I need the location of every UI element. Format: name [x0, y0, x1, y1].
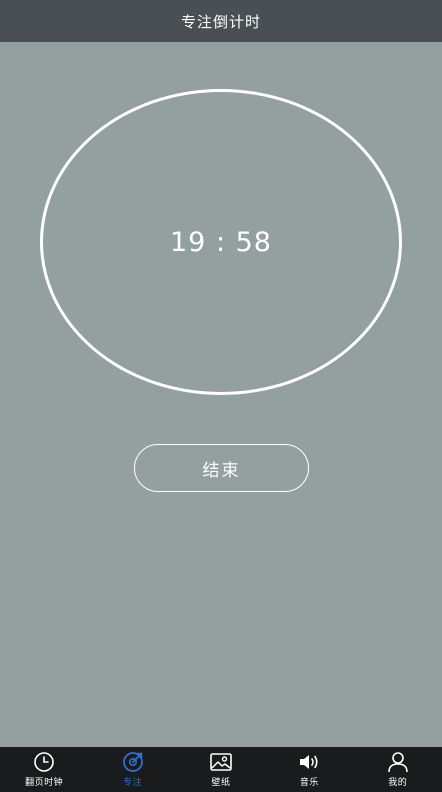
tab-label: 翻页时钟 — [25, 778, 64, 788]
tab-label: 专注 — [123, 778, 143, 788]
app-header: 专注倒计时 — [0, 0, 442, 42]
focus-timer-screen: 19 : 58 结束 — [0, 42, 442, 747]
tab-music[interactable]: 音乐 — [265, 747, 353, 792]
timer-ring: 19 : 58 — [40, 89, 402, 395]
tab-wallpaper[interactable]: 壁纸 — [177, 747, 265, 792]
tab-flip-clock[interactable]: 翻页时钟 — [0, 747, 88, 792]
tab-label: 音乐 — [299, 778, 319, 788]
tab-label: 壁纸 — [211, 778, 231, 788]
clock-icon — [32, 751, 56, 773]
focus-target-icon — [121, 751, 145, 773]
tab-focus[interactable]: 专注 — [89, 747, 177, 792]
user-icon — [386, 751, 410, 773]
bottom-tab-bar: 翻页时钟 专注 壁纸 音乐 我的 — [0, 747, 442, 792]
page-title: 专注倒计时 — [180, 12, 261, 31]
tab-profile[interactable]: 我的 — [354, 747, 442, 792]
end-button[interactable]: 结束 — [134, 444, 309, 492]
tab-label: 我的 — [388, 778, 408, 788]
image-icon — [209, 751, 233, 773]
countdown-display: 19 : 58 — [170, 226, 272, 258]
speaker-icon — [297, 751, 321, 773]
